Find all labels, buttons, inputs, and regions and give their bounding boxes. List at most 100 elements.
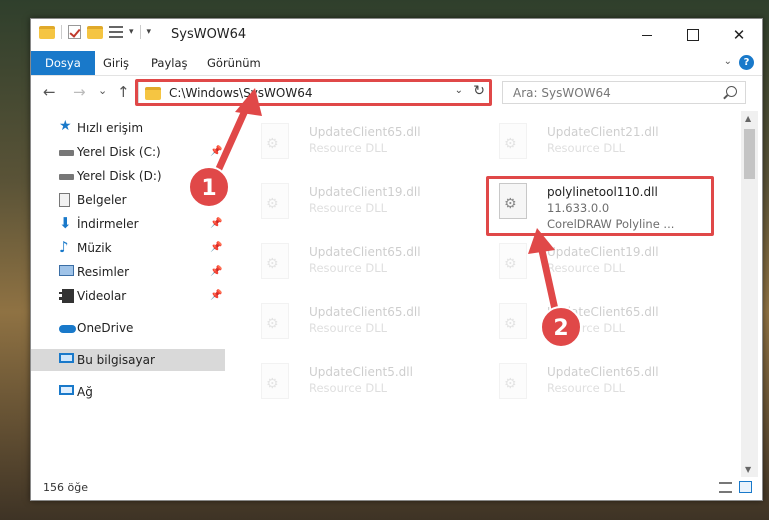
properties-icon[interactable] — [109, 26, 123, 38]
file-description: Resource DLL — [547, 261, 626, 275]
dll-file-icon — [261, 123, 289, 159]
nav-item-documents[interactable]: Belgeler 📌 — [31, 189, 225, 211]
details-view-icon[interactable] — [719, 482, 732, 493]
tab-share[interactable]: Paylaş — [139, 51, 200, 75]
address-highlight-box — [135, 79, 492, 106]
file-name: UpdateClient19.dll — [309, 185, 421, 199]
pin-icon[interactable]: 📌 — [210, 242, 222, 253]
file-item[interactable]: UpdateClient65.dll Resource DLL — [253, 117, 483, 175]
search-icon[interactable] — [726, 86, 737, 97]
large-icons-view-icon[interactable] — [739, 481, 752, 493]
nav-item-network[interactable]: Ağ — [31, 381, 225, 403]
quick-access-toolbar: ▾ ▾ — [39, 25, 151, 39]
tab-home[interactable]: Giriş — [91, 51, 141, 75]
dll-file-icon — [261, 243, 289, 279]
customize-toolbar-icon[interactable]: ▾ — [147, 27, 152, 37]
up-icon[interactable]: ↑ — [117, 83, 130, 101]
search-input[interactable]: Ara: SysWOW64 — [502, 81, 746, 104]
recent-locations-icon[interactable]: ⌄ — [98, 84, 107, 97]
dll-file-icon — [499, 123, 527, 159]
maximize-button[interactable] — [670, 19, 716, 51]
scrollbar-thumb[interactable] — [744, 129, 755, 179]
nav-item-pictures[interactable]: Resimler 📌 — [31, 261, 225, 283]
file-description: Resource DLL — [309, 321, 388, 335]
network-icon — [59, 385, 74, 395]
title-bar[interactable]: ▾ ▾ SysWOW64 ✕ — [31, 19, 762, 51]
close-button[interactable]: ✕ — [716, 19, 762, 51]
nav-item-this-pc[interactable]: Bu bilgisayar — [31, 349, 225, 371]
nav-item-label: Yerel Disk (D:) — [77, 169, 162, 183]
forward-icon[interactable]: → — [73, 83, 86, 101]
nav-item-label: Videolar — [77, 289, 127, 303]
this-pc-icon — [59, 353, 74, 363]
nav-item-downloads[interactable]: ⬇ İndirmeler 📌 — [31, 213, 225, 235]
navigation-bar: ← → ⌄ ↑ C:\Windows\SysWOW64 ⌄ ↻ Ara: Sys… — [31, 79, 762, 107]
pictures-icon — [59, 265, 74, 276]
documents-icon — [59, 193, 70, 207]
dll-file-icon — [499, 363, 527, 399]
pin-icon[interactable]: 📌 — [210, 146, 222, 157]
properties-check-icon[interactable] — [68, 25, 81, 39]
pin-icon[interactable]: 📌 — [210, 194, 222, 205]
minimize-button[interactable] — [624, 19, 670, 51]
file-name: UpdateClient65.dll — [547, 305, 659, 319]
expand-ribbon-icon[interactable]: ⌄ — [724, 56, 732, 67]
chevron-down-icon[interactable]: ▾ — [129, 27, 134, 37]
close-icon: ✕ — [732, 26, 746, 44]
pin-icon[interactable]: 📌 — [210, 218, 222, 229]
nav-item-videos[interactable]: Videolar 📌 — [31, 285, 225, 307]
scroll-up-icon[interactable]: ▲ — [745, 114, 751, 123]
file-description: Resource DLL — [309, 201, 388, 215]
folder-icon — [39, 25, 55, 39]
vertical-scrollbar[interactable]: ▲ ▼ — [741, 111, 758, 477]
back-icon[interactable]: ← — [43, 83, 56, 101]
nav-item-quick-access[interactable]: ★ Hızlı erişim — [31, 117, 225, 139]
scroll-down-icon[interactable]: ▼ — [745, 465, 751, 474]
file-item[interactable]: UpdateClient19.dll Resource DLL — [253, 177, 483, 235]
file-description: Resource DLL — [547, 321, 626, 335]
nav-item-local-disk-c[interactable]: Yerel Disk (C:) 📌 — [31, 141, 225, 163]
file-name: UpdateClient21.dll — [547, 125, 659, 139]
file-highlight-box — [486, 176, 714, 236]
explorer-window: ▾ ▾ SysWOW64 ✕ Dosya Giriş Paylaş Görünü… — [30, 18, 763, 501]
dll-file-icon — [499, 303, 527, 339]
file-name: UpdateClient65.dll — [547, 365, 659, 379]
file-name: UpdateClient5.dll — [309, 365, 413, 379]
file-name: UpdateClient65.dll — [309, 305, 421, 319]
maximize-icon — [687, 29, 699, 41]
new-folder-icon[interactable] — [87, 25, 103, 39]
search-placeholder: Ara: SysWOW64 — [513, 86, 611, 100]
nav-item-label: Yerel Disk (C:) — [77, 145, 161, 159]
file-description: Resource DLL — [309, 261, 388, 275]
file-item[interactable]: UpdateClient65.dll Resource DLL — [253, 237, 483, 295]
nav-item-music[interactable]: ♪ Müzik 📌 — [31, 237, 225, 259]
help-icon[interactable]: ? — [739, 55, 754, 70]
nav-item-label: Resimler — [77, 265, 130, 279]
file-item[interactable]: UpdateClient19.dll Resource DLL — [491, 237, 721, 295]
pin-icon[interactable]: 📌 — [210, 290, 222, 301]
nav-item-label: Müzik — [77, 241, 112, 255]
tab-file[interactable]: Dosya — [31, 51, 95, 75]
nav-item-local-disk-d[interactable]: Yerel Disk (D:) — [31, 165, 225, 187]
navigation-pane: ★ Hızlı erişim Yerel Disk (C:) 📌 Yerel D… — [31, 117, 225, 477]
file-item[interactable]: UpdateClient21.dll Resource DLL — [491, 117, 721, 175]
tab-view[interactable]: Görünüm — [195, 51, 273, 75]
file-description: Resource DLL — [547, 141, 626, 155]
file-list: UpdateClient65.dll Resource DLL UpdateCl… — [243, 111, 741, 477]
file-item[interactable]: UpdateClient65.dll Resource DLL — [491, 357, 721, 415]
window-title: SysWOW64 — [171, 27, 247, 42]
drive-icon — [59, 150, 74, 156]
nav-item-onedrive[interactable]: OneDrive — [31, 317, 225, 339]
dll-file-icon — [261, 183, 289, 219]
nav-item-label: Belgeler — [77, 193, 127, 207]
ribbon-tabs: Dosya Giriş Paylaş Görünüm ⌄ ? — [31, 51, 762, 76]
file-description: Resource DLL — [547, 381, 626, 395]
pin-icon[interactable]: 📌 — [210, 266, 222, 277]
nav-item-label: Bu bilgisayar — [77, 353, 155, 367]
file-item[interactable]: UpdateClient65.dll Resource DLL — [253, 297, 483, 355]
file-item[interactable]: UpdateClient65.dll Resource DLL — [491, 297, 721, 355]
file-name: UpdateClient65.dll — [309, 245, 421, 259]
nav-item-label: Ağ — [77, 385, 93, 399]
onedrive-icon — [59, 325, 76, 333]
file-item[interactable]: UpdateClient5.dll Resource DLL — [253, 357, 483, 415]
